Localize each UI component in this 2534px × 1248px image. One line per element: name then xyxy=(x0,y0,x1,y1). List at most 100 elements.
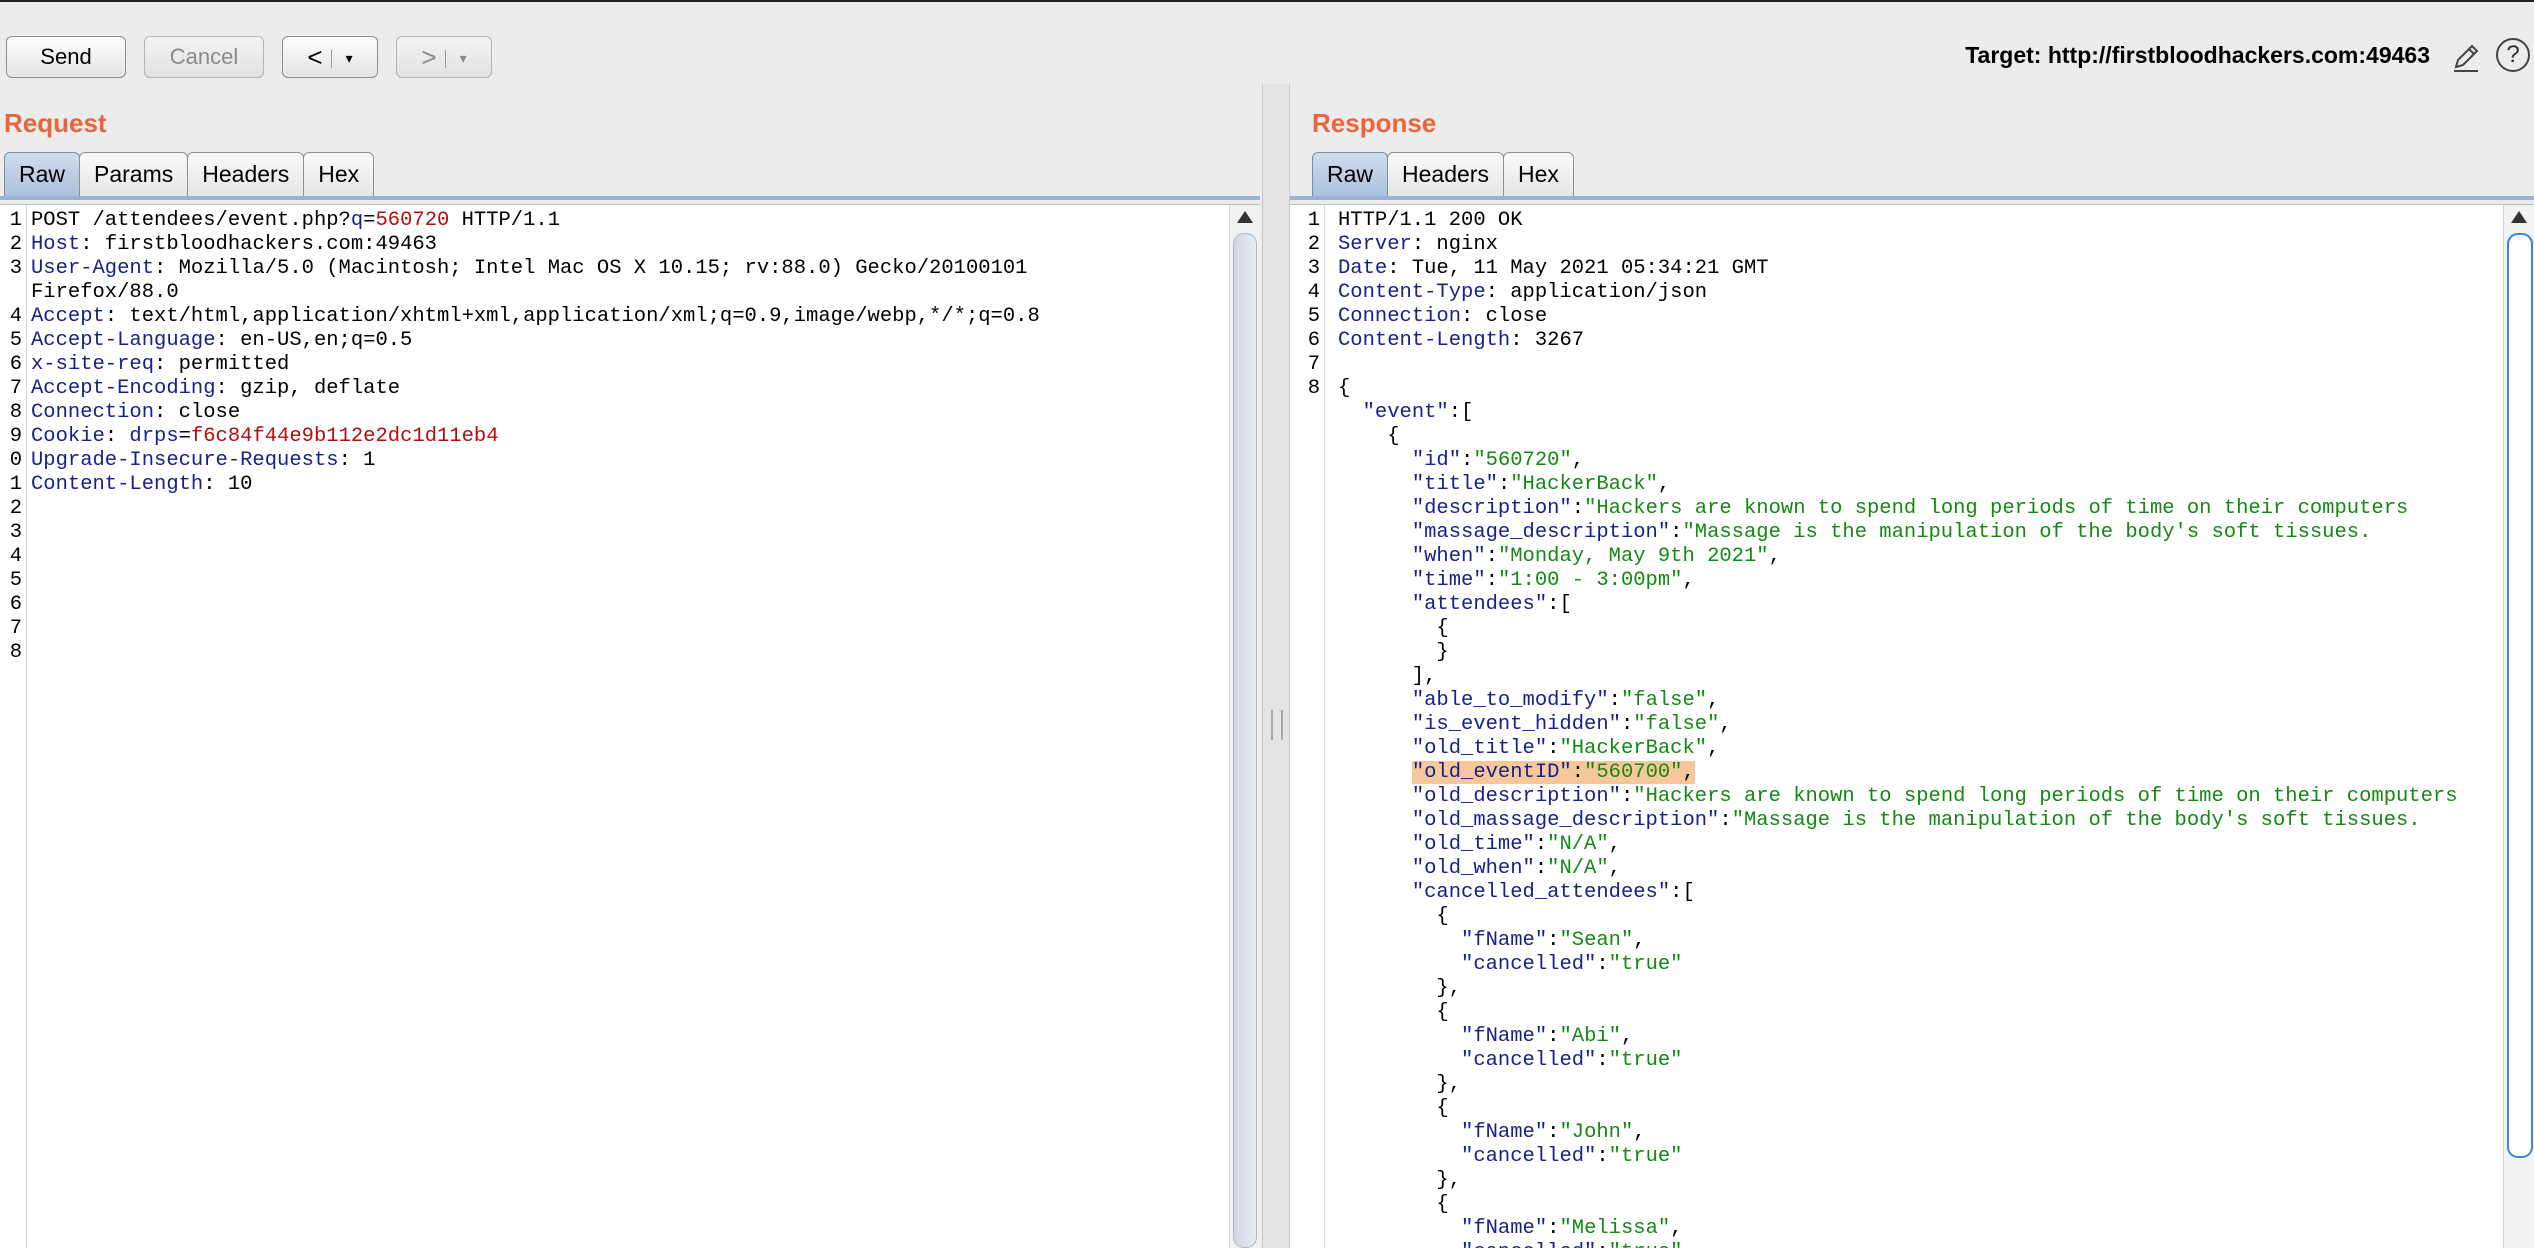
response-scrollbar[interactable] xyxy=(2503,205,2534,1248)
code-token: : close xyxy=(1461,305,1548,328)
code-line: 2 Server: nginx xyxy=(1290,233,2504,257)
request-editor[interactable]: 1 POST /attendees/event.php?q=560720 HTTP… xyxy=(0,204,1260,1248)
code-token: = xyxy=(178,425,191,448)
code-line-text: }, xyxy=(1338,1169,1461,1193)
code-token: "old_description" xyxy=(1411,785,1621,808)
code-line-text: POST /attendees/event.php?q=560720 HTTP/… xyxy=(31,209,560,233)
code-token: { xyxy=(1338,425,1400,448)
scroll-up-icon[interactable] xyxy=(1237,211,1253,223)
code-token: : nginx xyxy=(1411,233,1498,256)
code-line-text: "massage_description":"Massage is the ma… xyxy=(1338,521,2372,545)
code-line-text: "old_massage_description":"Massage is th… xyxy=(1338,809,2421,833)
scroll-up-icon[interactable] xyxy=(2511,211,2527,223)
code-token: , xyxy=(1657,473,1671,496)
line-number: 8 xyxy=(9,641,22,664)
code-token: Accept-Encoding xyxy=(31,377,216,400)
forward-arrow-icon: > xyxy=(421,42,437,72)
code-line-text: Connection: close xyxy=(31,401,240,425)
code-line: 8 xyxy=(0,641,1230,665)
code-line-text: { xyxy=(1338,1193,1449,1217)
code-line-text: Upgrade-Insecure-Requests: 1 xyxy=(31,449,375,473)
code-token: : xyxy=(1571,761,1585,784)
code-token: : xyxy=(1571,497,1585,520)
code-token: : xyxy=(1547,1217,1560,1240)
code-line-text: Firefox/88.0 xyxy=(31,281,179,305)
code-line: "attendees":[ xyxy=(1290,593,2504,617)
code-token: "Massage is the manipulation of the body… xyxy=(1731,809,2421,832)
request-scroll-thumb[interactable] xyxy=(1233,233,1257,1248)
response-tab-raw[interactable]: Raw xyxy=(1312,152,1389,196)
pencil-icon[interactable] xyxy=(2450,40,2482,74)
line-number: 7 xyxy=(9,377,22,400)
code-token: : xyxy=(1670,521,1683,544)
back-history-dropdown-icon[interactable]: ▾ xyxy=(346,50,353,66)
help-icon[interactable]: ? xyxy=(2496,38,2530,72)
response-scroll-thumb[interactable] xyxy=(2507,233,2533,1158)
request-tab-params[interactable]: Params xyxy=(79,152,189,196)
code-token: }, xyxy=(1338,1073,1462,1096)
code-line: "fName":"John", xyxy=(1290,1121,2504,1145)
code-token: "HackerBack" xyxy=(1559,737,1708,760)
request-tab-raw[interactable]: Raw xyxy=(4,152,81,196)
line-number: 1 xyxy=(9,209,22,232)
code-token: , xyxy=(1608,857,1621,880)
response-tab-hex[interactable]: Hex xyxy=(1502,152,1574,196)
code-token: "Melissa" xyxy=(1559,1217,1671,1240)
response-tab-headers[interactable]: Headers xyxy=(1387,152,1504,196)
cancel-button[interactable]: Cancel xyxy=(144,36,264,78)
code-line: "old_eventID":"560700", xyxy=(1290,761,2504,785)
code-token: "is_event_hidden" xyxy=(1411,713,1621,736)
code-line: "cancelled":"true" xyxy=(1290,1241,2504,1248)
code-token: "560700" xyxy=(1584,761,1683,784)
code-line-text: "description":"Hackers are known to spen… xyxy=(1338,497,2408,521)
line-number: 4 xyxy=(1307,281,1320,304)
code-line: 1 Content-Length: 10 xyxy=(0,473,1230,497)
code-token: : xyxy=(1596,1241,1608,1248)
code-line: "fName":"Sean", xyxy=(1290,929,2504,953)
code-line: 6 xyxy=(0,593,1230,617)
back-button[interactable]: < ▾ xyxy=(282,36,378,78)
code-line: { xyxy=(1290,905,2504,929)
code-line: 5 Accept-Language: en-US,en;q=0.5 xyxy=(0,329,1230,353)
request-text[interactable]: 1 POST /attendees/event.php?q=560720 HTTP… xyxy=(0,209,1230,665)
code-line: "fName":"Melissa", xyxy=(1290,1217,2504,1241)
code-line: } xyxy=(1290,641,2504,665)
code-token: User-Agent xyxy=(31,257,155,280)
response-text[interactable]: 1 HTTP/1.1 200 OK 2 Server: nginx 3 Date: Tue… xyxy=(1290,209,2504,1248)
send-button-label: Send xyxy=(40,44,92,69)
code-line: }, xyxy=(1290,1073,2504,1097)
code-line-text: "when":"Monday, May 9th 2021", xyxy=(1338,545,1781,569)
code-token: "cancelled_attendees" xyxy=(1411,881,1671,904)
request-scrollbar[interactable] xyxy=(1229,205,1260,1248)
code-line: "title":"HackerBack", xyxy=(1290,473,2504,497)
code-token: { xyxy=(1338,1193,1449,1216)
code-line: 6 x-site-req: permitted xyxy=(0,353,1230,377)
divider-grip-icon[interactable] xyxy=(1271,710,1283,740)
response-tab-underline xyxy=(1290,196,2534,200)
code-token: : xyxy=(1485,569,1498,592)
forward-history-dropdown-icon[interactable]: ▾ xyxy=(460,50,467,66)
code-token: f6c84f44e9b112e2dc1d11eb4 xyxy=(190,425,499,448)
code-line-text: } xyxy=(1338,641,1448,665)
request-tab-hex[interactable]: Hex xyxy=(303,152,375,196)
code-line: 2 Host: firstbloodhackers.com:49463 xyxy=(0,233,1230,257)
send-button[interactable]: Send xyxy=(6,36,126,78)
line-number: 2 xyxy=(9,497,22,520)
request-tab-headers[interactable]: Headers xyxy=(187,152,305,196)
code-line-text: "able_to_modify":"false", xyxy=(1338,689,1720,713)
code-line: "event":[ xyxy=(1290,401,2504,425)
code-line-text: "fName":"John", xyxy=(1338,1121,1646,1145)
split-pane-divider[interactable] xyxy=(1262,84,1290,1248)
response-editor[interactable]: 1 HTTP/1.1 200 OK 2 Server: nginx 3 Date: Tue… xyxy=(1290,204,2534,1248)
code-token: : permitted xyxy=(154,353,290,376)
forward-button[interactable]: > ▾ xyxy=(396,36,492,78)
code-token: Accept xyxy=(31,305,105,328)
code-token: , xyxy=(1620,1025,1634,1048)
